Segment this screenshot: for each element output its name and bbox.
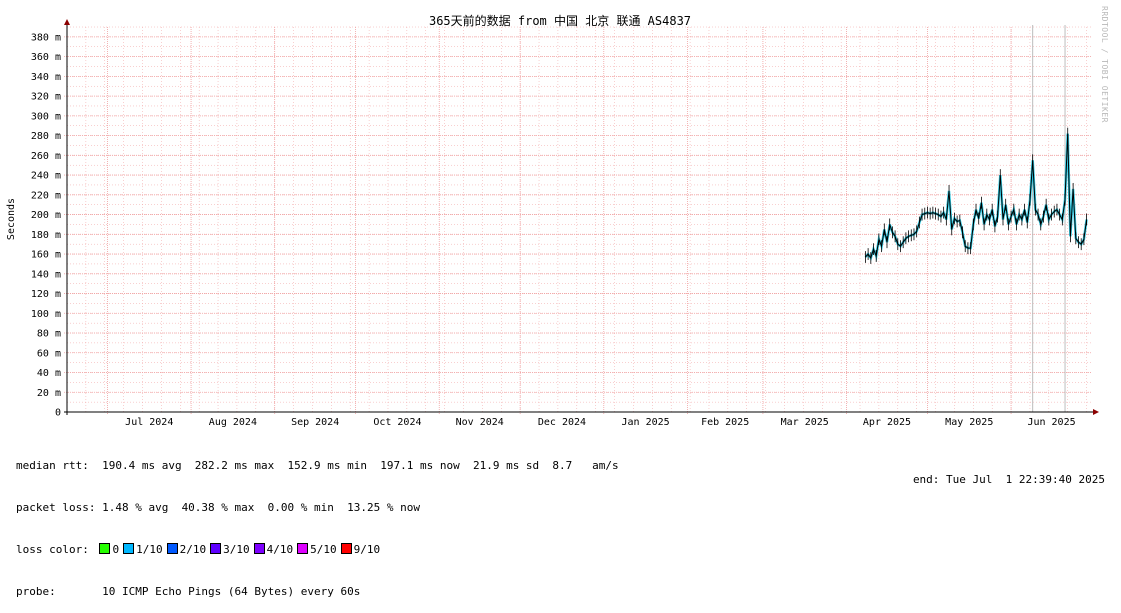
x-tick-label: Apr 2025 xyxy=(863,417,911,428)
loss-swatch-label: 9/10 xyxy=(353,543,381,556)
end-time: end: Tue Jul 1 22:39:40 2025 xyxy=(912,473,1105,486)
rrdtool-watermark: RRDTOOL / TOBI OETIKER xyxy=(1100,6,1109,123)
x-tick-label: Feb 2025 xyxy=(701,417,749,428)
y-tick-label: 360 m xyxy=(31,52,61,63)
loss-swatch-icon xyxy=(253,543,265,554)
latency-chart: 365天前的数据 from 中国 北京 联通 AS4837 Seconds 0 2… xyxy=(6,13,1099,428)
x-tick-label: Mar 2025 xyxy=(781,417,829,428)
stats-legend: median rtt: 190.4 ms avg 282.2 ms max 15… xyxy=(16,431,619,613)
y-tick-label: 40 m xyxy=(37,368,61,379)
rtt-series xyxy=(864,127,1088,264)
loss-swatch-label: 2/10 xyxy=(179,543,207,556)
probe-line: probe: 10 ICMP Echo Pings (64 Bytes) eve… xyxy=(16,585,361,598)
y-tick-label: 340 m xyxy=(31,72,61,83)
loss-swatch-label: 4/10 xyxy=(266,543,294,556)
y-tick-label: 220 m xyxy=(31,190,61,201)
y-tick-label: 280 m xyxy=(31,131,61,142)
y-tick-label: 240 m xyxy=(31,171,61,182)
x-tick-label: Nov 2024 xyxy=(456,417,504,428)
loss-color-label: loss color: xyxy=(16,543,96,556)
loss-swatch-label: 3/10 xyxy=(223,543,250,556)
y-tick-labels: 0 20 m 40 m 60 m 80 m 100 m 120 m 140 m 160 m 180… xyxy=(31,32,61,418)
x-tick-label: Aug 2024 xyxy=(209,417,257,428)
y-tick-label: 0 xyxy=(55,408,61,419)
y-tick-label: 180 m xyxy=(31,230,61,241)
loss-swatch-icon xyxy=(210,543,222,554)
median-rtt-line: median rtt: 190.4 ms avg 282.2 ms max 15… xyxy=(16,459,619,472)
x-tick-label: Jul 2024 xyxy=(125,417,173,428)
x-tick-label: Dec 2024 xyxy=(538,417,586,428)
x-tick-label: May 2025 xyxy=(945,417,993,428)
y-tick-label: 80 m xyxy=(37,329,61,340)
x-tick-label: Sep 2024 xyxy=(291,417,339,428)
y-tick-label: 60 m xyxy=(37,348,61,359)
y-tick-label: 300 m xyxy=(31,111,61,122)
y-tick-label: 20 m xyxy=(37,388,61,399)
rtt-line xyxy=(865,133,1088,260)
loss-swatch-icon xyxy=(123,543,135,554)
loss-swatch-icon xyxy=(340,543,352,554)
loss-swatch-icon xyxy=(166,543,178,554)
grid-lines xyxy=(64,26,1092,415)
y-tick-label: 320 m xyxy=(31,92,61,103)
y-tick-label: 120 m xyxy=(31,289,61,300)
y-tick-label: 100 m xyxy=(31,309,61,320)
y-tick-label: 260 m xyxy=(31,151,61,162)
x-tick-label: Jun 2025 xyxy=(1027,417,1075,428)
x-tick-label: Oct 2024 xyxy=(373,417,421,428)
y-axis-arrow xyxy=(64,19,70,25)
loss-swatch-icon xyxy=(99,543,111,554)
loss-swatch-label: 5/10 xyxy=(310,543,337,556)
y-axis-label: Seconds xyxy=(6,198,17,240)
loss-swatch-label: 0 xyxy=(112,543,120,556)
loss-color-swatches: 0 1/10 2/10 3/10 4/10 5/10 9/10 xyxy=(95,543,380,556)
y-tick-label: 160 m xyxy=(31,250,61,261)
packet-loss-line: packet loss: 1.48 % avg 40.38 % max 0.00… xyxy=(16,501,420,514)
x-axis-arrow xyxy=(1093,409,1099,415)
loss-swatch-label: 1/10 xyxy=(136,543,163,556)
x-tick-label: Jan 2025 xyxy=(621,417,669,428)
rtt-shade xyxy=(864,133,1088,261)
chart-title: 365天前的数据 from 中国 北京 联通 AS4837 xyxy=(429,13,691,28)
loss-swatch-icon xyxy=(297,543,309,554)
y-tick-label: 200 m xyxy=(31,210,61,221)
y-tick-label: 140 m xyxy=(31,269,61,280)
y-tick-label: 380 m xyxy=(31,32,61,43)
loss-color-line: loss color: 0 1/10 2/10 3/10 4/10 5/10 9/10 xyxy=(16,543,619,557)
x-tick-labels: Jul 2024 Aug 2024 Sep 2024 Oct 2024 Nov 2024… xyxy=(125,417,1075,428)
